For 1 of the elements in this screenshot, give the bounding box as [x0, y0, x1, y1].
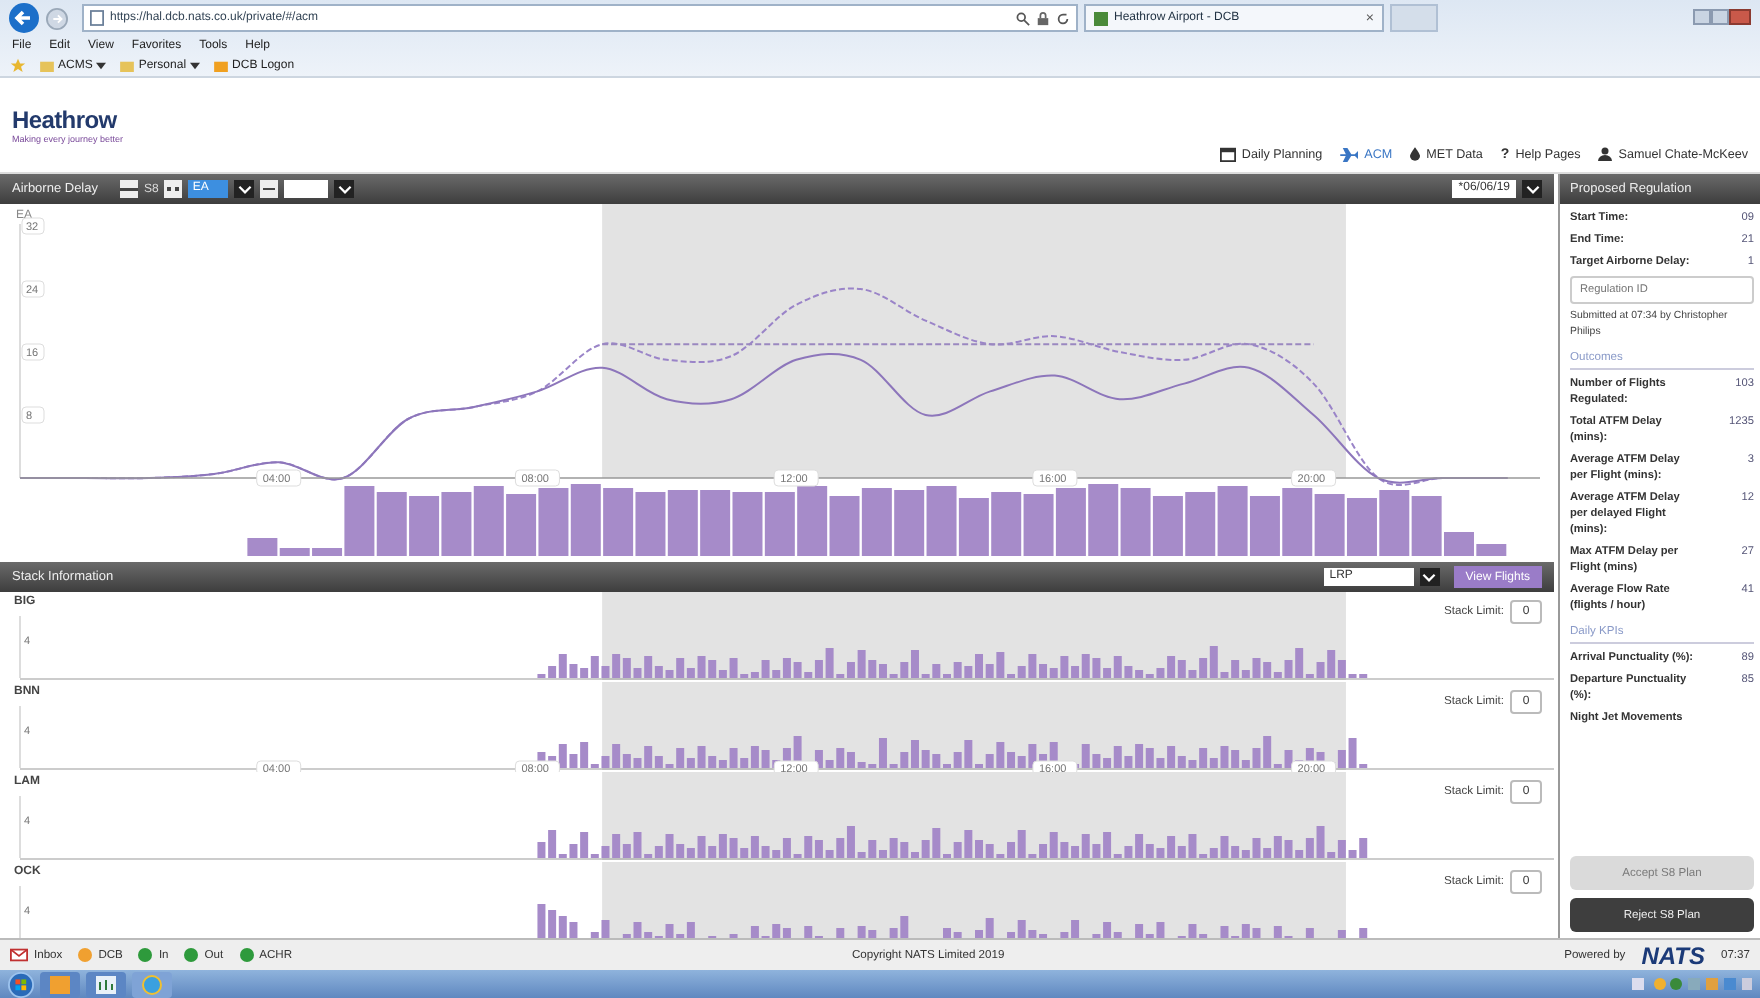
nats-logo: NATS	[1641, 941, 1705, 969]
